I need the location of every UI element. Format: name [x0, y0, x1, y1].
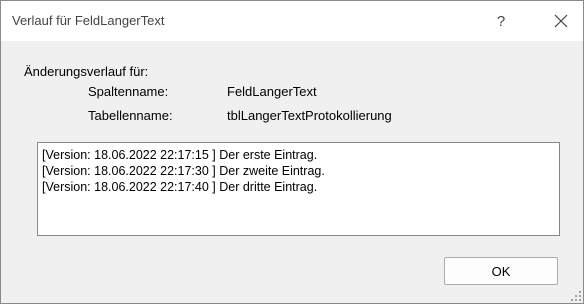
close-button[interactable]	[539, 1, 583, 41]
column-name-label: Spaltenname:	[88, 84, 169, 99]
close-icon	[554, 14, 568, 28]
table-name-value: tblLangerTextProtokollierung	[227, 108, 392, 123]
history-entry: [Version: 18.06.2022 22:17:30 ] Der zwei…	[42, 164, 325, 178]
dialog-title: Verlauf für FeldLangerText	[12, 13, 165, 28]
history-dialog: Verlauf für FeldLangerText ? Änderungsve…	[0, 0, 584, 304]
resize-grip-icon[interactable]	[570, 290, 581, 301]
title-bar: Verlauf für FeldLangerText ?	[1, 1, 583, 41]
column-name-value: FeldLangerText	[227, 84, 317, 99]
history-entry: [Version: 18.06.2022 22:17:40 ] Der drit…	[42, 180, 318, 194]
table-name-label: Tabellenname:	[88, 108, 173, 123]
history-entry: [Version: 18.06.2022 22:17:15 ] Der erst…	[42, 148, 318, 162]
help-button[interactable]: ?	[481, 1, 521, 41]
history-textbox[interactable]: [Version: 18.06.2022 22:17:15 ] Der erst…	[37, 142, 560, 236]
ok-button[interactable]: OK	[444, 257, 558, 285]
history-heading: Änderungsverlauf für:	[24, 64, 149, 79]
